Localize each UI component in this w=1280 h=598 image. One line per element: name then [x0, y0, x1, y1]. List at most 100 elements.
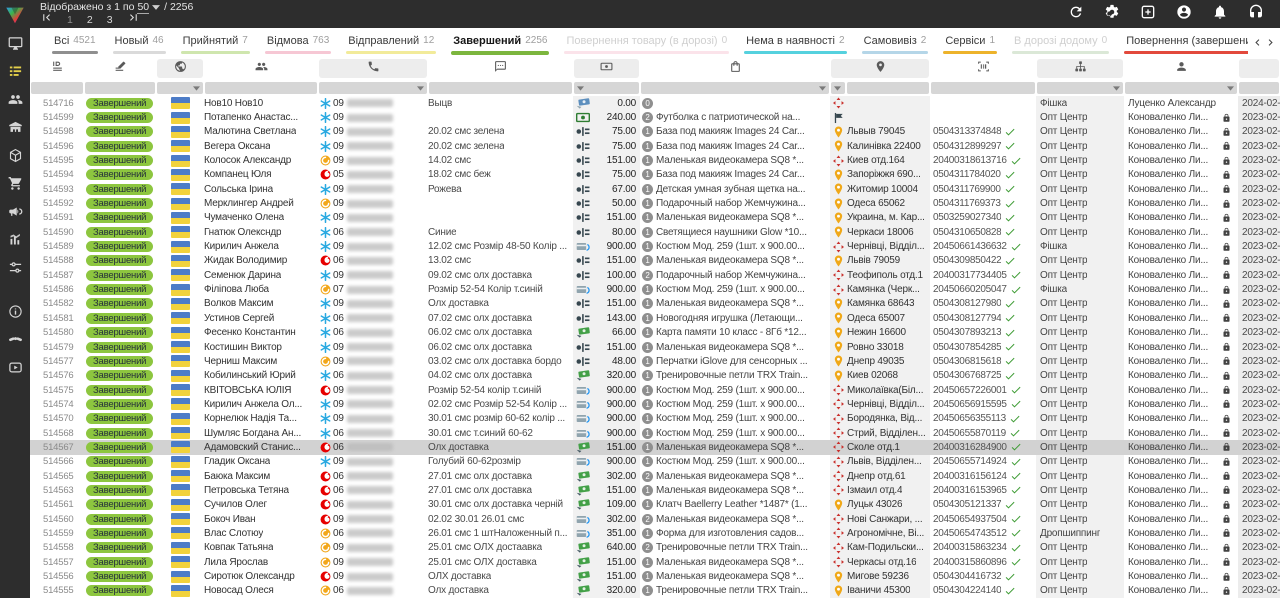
order-row[interactable]: 514594ЗавершенийКомпанец Юля0518.02 смс … — [30, 168, 1280, 182]
gear-button[interactable] — [1094, 0, 1130, 28]
order-row[interactable]: 514568ЗавершенийШумляс Богдана Ан...0630… — [30, 426, 1280, 440]
order-row[interactable]: 514577ЗавершенийЧерниш Максим0903.02 смс… — [30, 354, 1280, 368]
order-row[interactable]: 514587ЗавершенийСеменюк Дарина0909.02 см… — [30, 268, 1280, 282]
tab-Сервіси[interactable]: Сервіси1 — [943, 28, 997, 57]
order-row[interactable]: 514592ЗавершенийМерклингер Андрей0950.00… — [30, 196, 1280, 210]
location-filter-dropdown[interactable] — [831, 82, 845, 94]
status-filter-input[interactable] — [85, 82, 155, 94]
id-filter-input[interactable] — [31, 82, 83, 94]
order-row[interactable]: 514599ЗавершенийПотапенко Анастас...0924… — [30, 110, 1280, 124]
tab-В дорозі додому[interactable]: В дорозі додому0 — [1012, 28, 1109, 57]
status-sort-button[interactable] — [85, 59, 155, 78]
sidebar-item-cart[interactable] — [0, 172, 30, 200]
sidebar-item-video[interactable] — [0, 356, 30, 384]
tab-Завершений[interactable]: Завершений2256 — [451, 28, 549, 57]
order-row[interactable]: 514555ЗавершенийНовосад Олеся06Олх доста… — [30, 584, 1280, 598]
sidebar-item-stats[interactable] — [0, 228, 30, 256]
date-filter-input[interactable] — [1239, 82, 1279, 94]
flag-filter-input[interactable] — [157, 82, 203, 94]
sidebar-item-info[interactable] — [0, 300, 30, 328]
order-row[interactable]: 514598ЗавершенийМалютина Светлана0920.02… — [30, 125, 1280, 139]
fulfillment-filter-input[interactable] — [1037, 82, 1123, 94]
comment-filter-input[interactable] — [429, 82, 572, 94]
refresh-button[interactable] — [1058, 0, 1094, 28]
date-sort-button[interactable] — [1239, 59, 1279, 78]
sidebar-item-marketing[interactable] — [0, 200, 30, 228]
tab-Всі[interactable]: Всі4521 — [52, 28, 98, 57]
money-sort-button[interactable] — [574, 59, 639, 78]
tab-Новый[interactable]: Новый46 — [113, 28, 166, 57]
location-filter-input[interactable] — [847, 82, 929, 94]
product-sort-button[interactable] — [641, 59, 829, 78]
sidebar-item-settings-sliders[interactable] — [0, 256, 30, 284]
order-row[interactable]: 514590ЗавершенийГнатюк Олексндр06Синие80… — [30, 225, 1280, 239]
account-button[interactable] — [1166, 0, 1202, 28]
order-row[interactable]: 514582ЗавершенийВолков Максим09Олх доста… — [30, 297, 1280, 311]
name-filter-input[interactable] — [205, 82, 317, 94]
order-row[interactable]: 514589ЗавершенийКирилич Анжела0912.02 см… — [30, 239, 1280, 253]
phone-filter-input[interactable] — [319, 82, 427, 94]
tab-Нема в наявності[interactable]: Нема в наявності2 — [744, 28, 846, 57]
flag-sort-button[interactable] — [157, 59, 203, 78]
last-page-icon[interactable] — [127, 11, 140, 29]
sidebar-item-orders-list[interactable] — [0, 60, 30, 88]
order-row[interactable]: 514580ЗавершенийФесенко Константин0606.0… — [30, 326, 1280, 340]
order-row[interactable]: 514591ЗавершенийЧумаченко Олена09151.001… — [30, 211, 1280, 225]
order-row[interactable]: 514559ЗавершенийВлас Слотюу0626.01 смс 1… — [30, 526, 1280, 540]
order-row[interactable]: 514561ЗавершенийСучилов Олег0630.01 смс … — [30, 498, 1280, 512]
order-row[interactable]: 514570ЗавершенийКорнелюк Надія Та...0930… — [30, 412, 1280, 426]
name-sort-button[interactable] — [205, 59, 317, 78]
order-row[interactable]: 514576ЗавершенийКобилинський Юрий0604.02… — [30, 369, 1280, 383]
tab-Самовивіз[interactable]: Самовивіз2 — [862, 28, 929, 57]
order-row[interactable]: 514596ЗавершенийВегера Оксана0920.02 смс… — [30, 139, 1280, 153]
sidebar-item-monitor[interactable] — [0, 32, 30, 60]
order-row[interactable]: 514566ЗавершенийГладик Оксана09Голубий 6… — [30, 455, 1280, 469]
support-button[interactable] — [1238, 0, 1274, 28]
order-row[interactable]: 514556ЗавершенийСиротюк Олександр09ОЛХ д… — [30, 569, 1280, 583]
phone-sort-button[interactable] — [319, 59, 427, 78]
comment-sort-button[interactable] — [429, 59, 572, 78]
sidebar-item-customers[interactable] — [0, 88, 30, 116]
id-sort-button[interactable] — [31, 59, 83, 78]
money-filter-input[interactable] — [574, 82, 639, 94]
add-button[interactable] — [1130, 0, 1166, 28]
tab-Прийнятий[interactable]: Прийнятий7 — [181, 28, 250, 57]
sidebar-item-products[interactable] — [0, 144, 30, 172]
order-row[interactable]: 514579ЗавершенийКостишин Виктор0906.02 с… — [30, 340, 1280, 354]
order-row[interactable]: 514560ЗавершенийБокоч Иван0902.02 30.01 … — [30, 512, 1280, 526]
order-row[interactable]: 514586ЗавершенийФіліпова Люба07Розмір 52… — [30, 282, 1280, 296]
manager-filter-input[interactable] — [1125, 82, 1237, 94]
order-row[interactable]: 514581ЗавершенийУстинов Сергей0607.02 см… — [30, 311, 1280, 325]
tabs-scroll-right-icon[interactable] — [1264, 36, 1277, 49]
tab-Повернення товару (в дорозі)[interactable]: Повернення товару (в дорозі)0 — [564, 28, 729, 57]
fulfillment-sort-button[interactable] — [1037, 59, 1123, 78]
location-sort-button[interactable] — [831, 59, 929, 78]
first-page-icon[interactable] — [40, 11, 53, 29]
tabs-scroll-left-icon[interactable] — [1251, 36, 1264, 49]
tab-Відмова[interactable]: Відмова763 — [265, 28, 331, 57]
order-row[interactable]: 514588ЗавершенийЖидак Володимир0613.02 с… — [30, 254, 1280, 268]
order-row[interactable]: 514716ЗавершенийНов10 Нов1009Выцв0.000Фі… — [30, 96, 1280, 110]
order-row[interactable]: 514567ЗавершенийАдамовский Станис...06Ол… — [30, 440, 1280, 454]
per-page-caret-icon[interactable] — [152, 1, 160, 13]
sidebar-item-warehouse[interactable] — [0, 116, 30, 144]
tracking-filter-input[interactable] — [931, 82, 1035, 94]
order-row[interactable]: 514595ЗавершенийКолосок Александр0914.02… — [30, 153, 1280, 167]
order-row[interactable]: 514575ЗавершенийКВІТОВСЬКА ЮЛІЯ09Розмір … — [30, 383, 1280, 397]
page-3[interactable]: 3 — [107, 14, 113, 26]
order-row[interactable]: 514557ЗавершенийЛила Ярослав0925.01 смс … — [30, 555, 1280, 569]
order-row[interactable]: 514563ЗавершенийПетровська Тетяна0627.01… — [30, 483, 1280, 497]
order-row[interactable]: 514558ЗавершенийКовпак Татьяна0925.01 см… — [30, 541, 1280, 555]
page-2[interactable]: 2 — [87, 14, 93, 26]
manager-sort-button[interactable] — [1125, 59, 1237, 78]
order-row[interactable]: 514565ЗавершенийБаюка Максим0627.01 смс … — [30, 469, 1280, 483]
order-row[interactable]: 514593ЗавершенийСольська Ірина09Рожева67… — [30, 182, 1280, 196]
page-1[interactable]: 1 — [67, 14, 73, 26]
tab-Відправлений[interactable]: Відправлений12 — [346, 28, 436, 57]
sidebar-item-partners[interactable] — [0, 328, 30, 356]
tracking-sort-button[interactable] — [931, 59, 1035, 78]
order-row[interactable]: 514574ЗавершенийКирилич Анжела Ол...0902… — [30, 397, 1280, 411]
product-filter-input[interactable] — [641, 82, 829, 94]
bell-button[interactable] — [1202, 0, 1238, 28]
app-logo-icon[interactable] — [4, 4, 26, 26]
